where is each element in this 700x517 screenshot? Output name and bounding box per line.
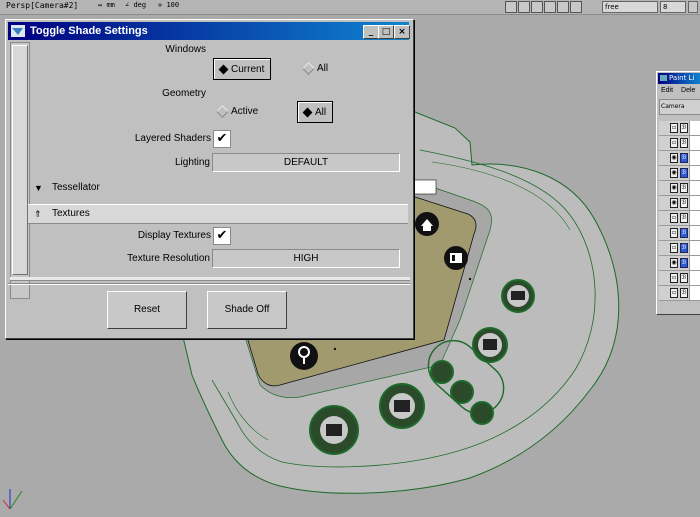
- paint-layer-list: ▫ ℬ ▫ ℬ ◉ ℬ ◉ ℬ ◉ ℬ ◉ ℬ ▫ ℬ ▫ ℬ ▫ ℬ ◉ ℬ ▫ ℬ ▫ ℬ: [659, 121, 700, 301]
- paint-list-titlebar[interactable]: Paint Li: [658, 73, 700, 84]
- shade-off-button[interactable]: Shade Off: [207, 291, 287, 329]
- brush-icon[interactable]: ℬ: [680, 213, 688, 223]
- visibility-icon[interactable]: ▫: [670, 228, 678, 238]
- brush-icon[interactable]: ℬ: [680, 228, 688, 238]
- minimize-button[interactable]: _: [363, 25, 379, 39]
- visibility-icon[interactable]: ▫: [670, 123, 678, 133]
- display-textures-label: Display Textures: [137, 230, 211, 241]
- paint-layer-row[interactable]: ◉ ℬ: [659, 256, 700, 271]
- visibility-icon[interactable]: ▫: [670, 138, 678, 148]
- radio-diamond-icon: [302, 62, 315, 75]
- app-icon: [660, 75, 667, 81]
- paint-list-menubar: Edit Dele: [661, 87, 700, 94]
- paint-layer-row[interactable]: ▫ ℬ: [659, 136, 700, 151]
- layer-cell[interactable]: [689, 151, 700, 165]
- visibility-icon[interactable]: ▫: [670, 213, 678, 223]
- textures-section-header[interactable]: ⇑ Textures: [28, 204, 408, 224]
- brush-icon[interactable]: ℬ: [680, 183, 688, 193]
- geometry-all-option[interactable]: All: [297, 101, 334, 123]
- layer-cell[interactable]: [689, 211, 700, 225]
- layer-cell[interactable]: [689, 136, 700, 150]
- paint-layer-row[interactable]: ▫ ℬ: [659, 241, 700, 256]
- layer-cell[interactable]: [689, 121, 700, 135]
- toggle-shade-settings-dialog: Toggle Shade Settings _ □ × Windows Curr…: [5, 19, 414, 339]
- brush-icon[interactable]: ℬ: [680, 288, 688, 298]
- radio-diamond-icon: [302, 107, 313, 117]
- layer-cell[interactable]: [689, 166, 700, 180]
- paint-layer-row[interactable]: ◉ ℬ: [659, 196, 700, 211]
- brush-icon[interactable]: ℬ: [680, 273, 688, 283]
- layer-cell[interactable]: [689, 241, 700, 255]
- menu-delete[interactable]: Dele: [681, 87, 695, 94]
- brush-icon[interactable]: ℬ: [680, 123, 688, 133]
- paint-layer-row[interactable]: ◉ ℬ: [659, 166, 700, 181]
- lighting-dropdown[interactable]: DEFAULT: [212, 153, 400, 172]
- eye-icon[interactable]: ◉: [670, 258, 678, 268]
- dialog-title: Toggle Shade Settings: [30, 25, 148, 37]
- texture-resolution-dropdown[interactable]: HIGH: [212, 249, 400, 268]
- paint-layer-row[interactable]: ▫ ℬ: [659, 211, 700, 226]
- layer-cell[interactable]: [689, 286, 700, 300]
- tessellator-section-header[interactable]: ▼ Tessellator: [28, 179, 408, 197]
- paint-layer-row[interactable]: ▫ ℬ: [659, 226, 700, 241]
- geometry-active-option[interactable]: Active: [216, 105, 258, 118]
- menu-edit[interactable]: Edit: [661, 87, 673, 94]
- camera-field[interactable]: Camera: [659, 99, 700, 115]
- brush-icon[interactable]: ℬ: [680, 138, 688, 148]
- divider: [8, 283, 410, 285]
- radio-diamond-icon: [218, 64, 229, 74]
- visibility-icon[interactable]: ▫: [670, 243, 678, 253]
- geometry-label: Geometry: [162, 88, 206, 99]
- paint-layer-row[interactable]: ◉ ℬ: [659, 181, 700, 196]
- eye-icon[interactable]: ◉: [670, 183, 678, 193]
- layered-shaders-label: Layered Shaders: [134, 133, 211, 144]
- paint-layer-row[interactable]: ▫ ℬ: [659, 271, 700, 286]
- windows-label: Windows: [165, 44, 206, 55]
- paint-list-window: Paint Li Edit Dele Camera ▫ ℬ ▫ ℬ ◉ ℬ ◉ ℬ ◉ ℬ ◉ ℬ ▫ ℬ…: [656, 71, 700, 315]
- brush-icon[interactable]: ℬ: [680, 243, 688, 253]
- visibility-icon[interactable]: ▫: [670, 273, 678, 283]
- scrollbar-thumb[interactable]: [12, 45, 28, 275]
- windows-current-option[interactable]: Current: [213, 58, 272, 80]
- layer-cell[interactable]: [689, 181, 700, 195]
- maximize-button[interactable]: □: [378, 25, 394, 39]
- layer-cell[interactable]: [689, 256, 700, 270]
- radio-diamond-icon: [216, 105, 229, 118]
- vertical-scrollbar[interactable]: [10, 42, 30, 299]
- reset-button[interactable]: Reset: [107, 291, 187, 329]
- close-button[interactable]: ×: [394, 25, 410, 39]
- eye-icon[interactable]: ◉: [670, 168, 678, 178]
- brush-icon[interactable]: ℬ: [680, 198, 688, 208]
- layered-shaders-checkbox[interactable]: ✔: [213, 130, 231, 148]
- layer-cell[interactable]: [689, 196, 700, 210]
- display-textures-checkbox[interactable]: ✔: [213, 227, 231, 245]
- paint-layer-row[interactable]: ◉ ℬ: [659, 151, 700, 166]
- brush-icon[interactable]: ℬ: [680, 168, 688, 178]
- lighting-label: Lighting: [174, 157, 210, 168]
- layer-cell[interactable]: [689, 226, 700, 240]
- eye-icon[interactable]: ◉: [670, 153, 678, 163]
- paint-layer-row[interactable]: ▫ ℬ: [659, 286, 700, 301]
- visibility-icon[interactable]: ▫: [670, 288, 678, 298]
- eye-icon[interactable]: ◉: [670, 198, 678, 208]
- brush-icon[interactable]: ℬ: [680, 153, 688, 163]
- texture-resolution-label: Texture Resolution: [127, 253, 210, 264]
- app-icon: [11, 25, 25, 37]
- horizontal-scrollbar[interactable]: [10, 277, 410, 281]
- expand-arrow-icon: ⇑: [34, 209, 42, 219]
- layer-cell[interactable]: [689, 271, 700, 285]
- dialog-titlebar[interactable]: Toggle Shade Settings _ □ ×: [8, 22, 410, 40]
- windows-all-option[interactable]: All: [302, 62, 328, 75]
- collapse-arrow-icon: ▼: [34, 183, 43, 193]
- paint-layer-row[interactable]: ▫ ℬ: [659, 121, 700, 136]
- brush-icon[interactable]: ℬ: [680, 258, 688, 268]
